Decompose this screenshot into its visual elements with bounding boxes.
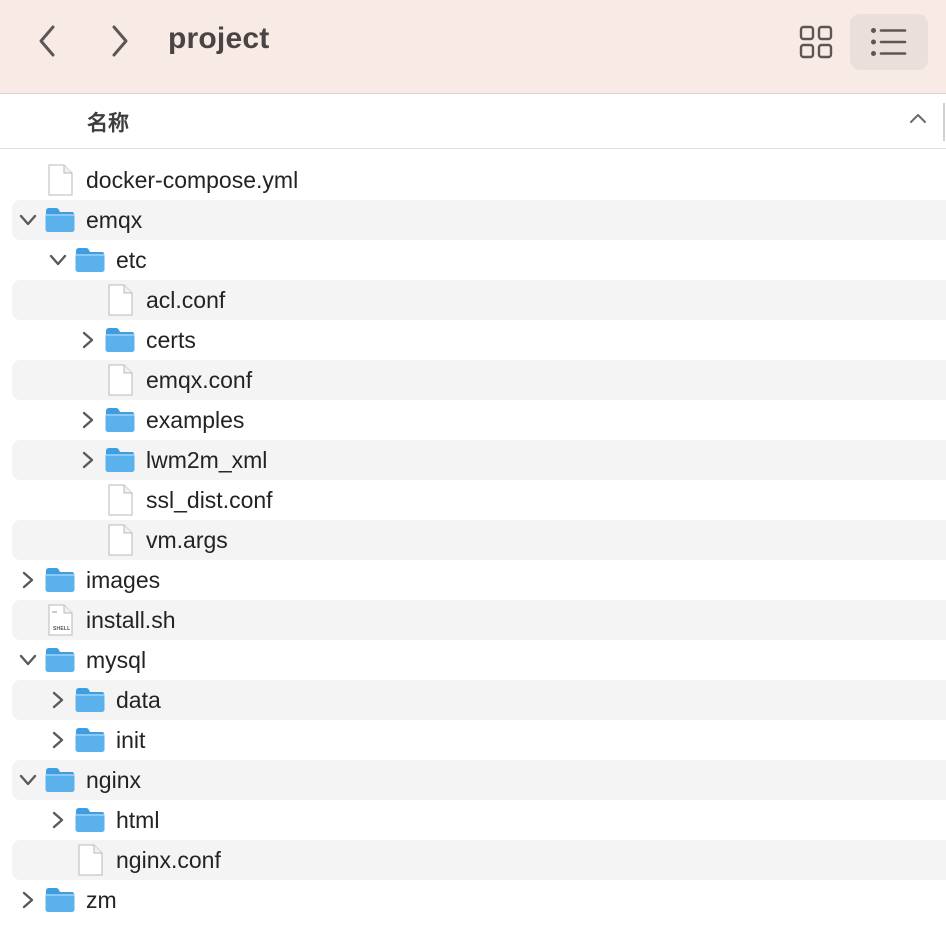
- file-row[interactable]: SHELL install.sh: [12, 600, 946, 640]
- folder-icon: [104, 324, 136, 356]
- shell-icon-label: SHELL: [53, 626, 71, 632]
- item-name: emqx: [86, 207, 143, 233]
- item-name: nginx: [86, 767, 141, 793]
- name-column-header[interactable]: 名称: [87, 107, 129, 137]
- file-row[interactable]: ssl_dist.conf: [12, 480, 946, 520]
- chevron-left-icon: [39, 25, 55, 57]
- item-name: zm: [86, 887, 117, 913]
- file-row[interactable]: nginx.conf: [12, 840, 946, 880]
- file-row[interactable]: acl.conf: [12, 280, 946, 320]
- item-name: docker-compose.yml: [86, 167, 299, 193]
- disclosure-collapsed-icon[interactable]: [48, 690, 68, 710]
- folder-icon: [44, 564, 76, 596]
- document-icon: [104, 284, 136, 316]
- disclosure-collapsed-icon[interactable]: [18, 570, 38, 590]
- file-row[interactable]: emqx.conf: [12, 360, 946, 400]
- folder-row[interactable]: images: [12, 560, 946, 600]
- document-icon: [74, 844, 106, 876]
- folder-row[interactable]: etc: [12, 240, 946, 280]
- column-header: 名称: [0, 95, 946, 149]
- shell-script-icon: SHELL: [44, 604, 76, 636]
- file-row[interactable]: docker-compose.yml: [12, 160, 946, 200]
- folder-icon: [104, 444, 136, 476]
- folder-row[interactable]: lwm2m_xml: [12, 440, 946, 480]
- disclosure-expanded-icon[interactable]: [18, 770, 38, 790]
- item-name: install.sh: [86, 607, 176, 633]
- chevron-right-icon: [112, 25, 128, 57]
- document-icon: [104, 364, 136, 396]
- item-name: examples: [146, 407, 245, 433]
- sort-button[interactable]: [908, 111, 928, 130]
- item-name: acl.conf: [146, 287, 226, 313]
- toolbar: project: [0, 0, 946, 94]
- list-view-icon: [871, 28, 907, 56]
- file-row[interactable]: vm.args: [12, 520, 946, 560]
- item-name: vm.args: [146, 527, 228, 553]
- item-name: certs: [146, 327, 196, 353]
- folder-icon: [74, 804, 106, 836]
- item-name: emqx.conf: [146, 367, 253, 393]
- disclosure-collapsed-icon[interactable]: [18, 890, 38, 910]
- item-name: mysql: [86, 647, 147, 673]
- document-icon: [104, 524, 136, 556]
- document-icon: [104, 484, 136, 516]
- disclosure-expanded-icon[interactable]: [18, 210, 38, 230]
- folder-row[interactable]: html: [12, 800, 946, 840]
- disclosure-collapsed-icon[interactable]: [78, 450, 98, 470]
- disclosure-collapsed-icon[interactable]: [78, 330, 98, 350]
- list-view-button[interactable]: [850, 14, 928, 70]
- folder-row[interactable]: examples: [12, 400, 946, 440]
- item-name: images: [86, 567, 161, 593]
- item-name: lwm2m_xml: [146, 447, 268, 473]
- document-icon: [44, 164, 76, 196]
- folder-icon: [44, 644, 76, 676]
- window-title: project: [168, 22, 270, 55]
- folder-row[interactable]: nginx: [12, 760, 946, 800]
- folder-row[interactable]: zm: [12, 880, 946, 920]
- item-name: nginx.conf: [116, 847, 221, 873]
- forward-button[interactable]: [100, 20, 140, 62]
- folder-icon: [44, 764, 76, 796]
- folder-icon: [104, 404, 136, 436]
- folder-row[interactable]: certs: [12, 320, 946, 360]
- folder-icon: [74, 244, 106, 276]
- chevron-up-icon: [910, 114, 926, 123]
- folder-icon: [74, 684, 106, 716]
- item-name: html: [116, 807, 160, 833]
- grid-view-icon: [799, 25, 833, 59]
- item-name: etc: [116, 247, 147, 273]
- item-name: data: [116, 687, 161, 713]
- folder-icon: [44, 204, 76, 236]
- disclosure-collapsed-icon[interactable]: [78, 410, 98, 430]
- folder-icon: [44, 884, 76, 916]
- disclosure-collapsed-icon[interactable]: [48, 730, 68, 750]
- back-button[interactable]: [27, 20, 67, 62]
- folder-row[interactable]: data: [12, 680, 946, 720]
- folder-row[interactable]: init: [12, 720, 946, 760]
- item-name: ssl_dist.conf: [146, 487, 273, 513]
- item-name: init: [116, 727, 146, 753]
- folder-row[interactable]: emqx: [12, 200, 946, 240]
- disclosure-collapsed-icon[interactable]: [48, 810, 68, 830]
- folder-row[interactable]: mysql: [12, 640, 946, 680]
- folder-icon: [74, 724, 106, 756]
- grid-view-button[interactable]: [777, 14, 855, 70]
- disclosure-expanded-icon[interactable]: [18, 650, 38, 670]
- column-divider[interactable]: [943, 103, 945, 141]
- disclosure-expanded-icon[interactable]: [48, 250, 68, 270]
